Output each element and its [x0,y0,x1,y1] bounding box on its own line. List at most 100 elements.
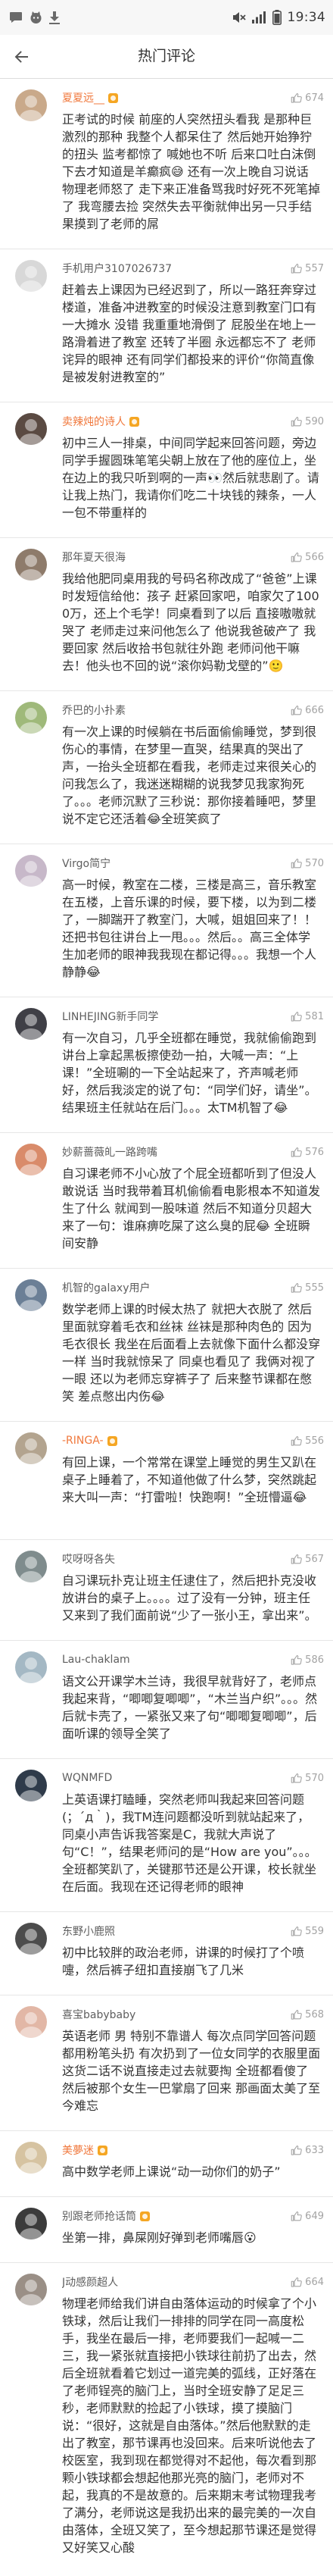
username[interactable]: 夏夏远__ [62,89,118,106]
comment-text: 高中数学老师上课说“动一动你们的奶子” [62,2164,281,2179]
like-button[interactable]: 633 [291,2142,324,2158]
comment-item[interactable]: WQNMFD 570 上英语课打瞌睡，突然老师叫我起来回答问题(；´д｀)，我T… [0,1759,333,1912]
like-button[interactable]: 664 [291,2274,324,2290]
comment-item[interactable]: Virgo简宁 570 高一时候，教室在二楼，三楼是高三，音乐教室在五楼，上音乐… [0,844,333,997]
avatar[interactable] [15,702,47,734]
username-label[interactable]: 乔巴的小扑素 [62,703,126,718]
username[interactable]: 乔巴的小扑素 [62,702,126,718]
comment-item[interactable]: 哎呀呀各失 567 自习课玩扑克让班主任逮住了，然后把扑克没收放讲台的桌子上。。… [0,1540,333,1641]
username[interactable]: WQNMFD [62,1770,112,1786]
username[interactable]: LINHEJING新手同学 [62,1008,158,1025]
avatar[interactable] [15,1008,47,1040]
username[interactable]: 卖辣炖的诗人 [62,413,139,430]
like-button[interactable]: 666 [291,702,324,718]
avatar[interactable] [15,2142,47,2174]
like-button[interactable]: 556 [291,1432,324,1449]
username-label[interactable]: -RINGA- [62,1435,104,1447]
username-label[interactable]: 夏夏远__ [62,90,104,105]
comment-item[interactable]: 东野小鹿照 559 初中比较胖的政治老师，讲课的时候打了个喷嚏，然后裤子纽扣直接… [0,1912,333,1995]
username-label[interactable]: WQNMFD [62,1772,112,1784]
comment-item[interactable]: 别跟老师抢话筒 649 坐第一排，鼻屎刚好弹到老师嘴唇😮 [0,2197,333,2263]
like-button[interactable]: 649 [291,2208,324,2224]
username-label[interactable]: 机智的galaxy用户 [62,1280,151,1295]
avatar[interactable] [15,1770,47,1801]
like-button[interactable]: 568 [291,2006,324,2023]
avatar[interactable] [15,413,47,445]
thumbs-up-icon [291,2145,302,2155]
comment-item[interactable]: 妙薪蔷薇癿一路跨嘴 576 自习课老师不小心放了个屁全班都听到了但没人敢说话 当… [0,1133,333,1269]
like-button[interactable]: 567 [291,1551,324,1567]
username[interactable]: 喜宝babybaby [62,2006,135,2023]
username-label[interactable]: 手机用户3107026737 [62,261,172,276]
comment-text: 坐第一排，鼻屎刚好弹到老师嘴唇😮 [62,2230,257,2245]
username-label[interactable]: 美夢迷 [62,2142,94,2158]
avatar[interactable] [15,2006,47,2038]
like-button[interactable]: 586 [291,1651,324,1668]
username-label[interactable]: 别跟老师抢话筒 [62,2208,136,2224]
comment-item[interactable]: 卖辣炖的诗人 590 初中三人一排桌，中间同学起来回答问题，旁边同学手握圆珠笔笔… [0,402,333,538]
username-label[interactable]: 东野小鹿照 [62,1923,115,1939]
username-label[interactable]: 喜宝babybaby [62,2007,135,2022]
username[interactable]: 哎呀呀各失 [62,1551,115,1567]
like-button[interactable]: 557 [291,260,324,277]
like-button[interactable]: 590 [291,413,324,430]
comment-item[interactable]: LINHEJING新手同学 581 有一次自习，几乎全班都在睡觉，我就偷偷跑到讲… [0,997,333,1133]
comment-item[interactable]: Lau-chaklam 586 语文公开课学木兰诗，我很早就背好了，老师点我起来… [0,1641,333,1759]
avatar[interactable] [15,1551,47,1582]
like-button[interactable]: 570 [291,855,324,872]
avatar[interactable] [15,1144,47,1175]
avatar[interactable] [15,549,47,581]
username-label[interactable]: Lau-chaklam [62,1654,130,1666]
thumbs-up-icon [291,705,302,715]
like-button[interactable]: 559 [291,1923,324,1939]
username-label[interactable]: Virgo简宁 [62,856,110,871]
username-label[interactable]: 哎呀呀各失 [62,1551,115,1567]
avatar[interactable] [15,2274,47,2305]
username[interactable]: Lau-chaklam [62,1651,130,1668]
avatar[interactable] [15,260,47,292]
user-avatar-icon [20,1438,42,1464]
avatar[interactable] [15,1651,47,1683]
username-label[interactable]: J动感颜超人 [62,2274,118,2290]
username-label[interactable]: 卖辣炖的诗人 [62,414,126,429]
username[interactable]: Virgo简宁 [62,855,110,872]
comment-item[interactable]: 手机用户3107026737 557 赶着去上课因为已经迟到了，所以一路狂奔穿过… [0,249,333,402]
avatar[interactable] [15,89,47,121]
avatar[interactable] [15,1279,47,1311]
comment-item[interactable]: 美夢迷 633 高中数学老师上课说“动一动你们的奶子” [0,2131,333,2197]
username[interactable]: J动感颜超人 [62,2274,118,2290]
thumbs-up-icon [291,263,302,274]
comment-item[interactable]: 夏夏远__ 674 正考试的时候 前座的人突然扭头看我 是那种巨激烈的那种 我整… [0,79,333,249]
username[interactable]: 别跟老师抢话筒 [62,2208,150,2224]
like-button[interactable]: 566 [291,549,324,565]
like-button[interactable]: 555 [291,1279,324,1296]
comment-item[interactable]: J动感颜超人 664 物理老师给我们讲自由落体运动的时候拿了个小铁球，然后让我们… [0,2263,333,2576]
comment-item[interactable]: 喜宝babybaby 568 英语老师 男 特别不靠谱人 每次点同学回答问题都用… [0,1995,333,2131]
avatar[interactable] [15,2208,47,2240]
username[interactable]: 妙薪蔷薇癿一路跨嘴 [62,1144,157,1160]
like-count: 674 [305,92,324,104]
username[interactable]: 东野小鹿照 [62,1923,115,1939]
back-button[interactable] [11,46,32,67]
username[interactable]: 美夢迷 [62,2142,107,2158]
avatar[interactable] [15,1923,47,1955]
avatar[interactable] [15,1432,47,1464]
avatar[interactable] [15,855,47,887]
like-button[interactable]: 674 [291,89,324,106]
like-button[interactable]: 570 [291,1770,324,1786]
like-button[interactable]: 581 [291,1008,324,1025]
like-button[interactable]: 576 [291,1144,324,1160]
comment-item[interactable]: 那年夏天很海 566 我给他肥同桌用我的号码名称改成了“爸爸”上课时发短信给他：… [0,538,333,691]
username-label[interactable]: 那年夏天很海 [62,549,126,565]
username[interactable]: 手机用户3107026737 [62,260,172,277]
username-label[interactable]: LINHEJING新手同学 [62,1009,158,1024]
comment-item[interactable]: 乔巴的小扑素 666 有一次上课的时候躺在书后面偷偷睡觉，梦到很伤心的事情，在梦… [0,691,333,844]
username[interactable]: 那年夏天很海 [62,549,126,565]
user-avatar-icon [20,2280,42,2305]
comment-item[interactable]: 机智的galaxy用户 555 数学老师上课的时候太热了 就把大衣脱了 然后里面… [0,1269,333,1422]
username[interactable]: 机智的galaxy用户 [62,1279,151,1296]
comment-text: 正考试的时候 前座的人突然扭头看我 是那种巨激烈的那种 我整个人都呆住了 然后她… [62,112,321,231]
username[interactable]: -RINGA- [62,1432,117,1449]
comment-item[interactable]: -RINGA- 556 有回上课，一个常常在课堂上睡觉的男生又趴在桌子上睡着了，… [0,1422,333,1540]
username-label[interactable]: 妙薪蔷薇癿一路跨嘴 [62,1144,157,1160]
